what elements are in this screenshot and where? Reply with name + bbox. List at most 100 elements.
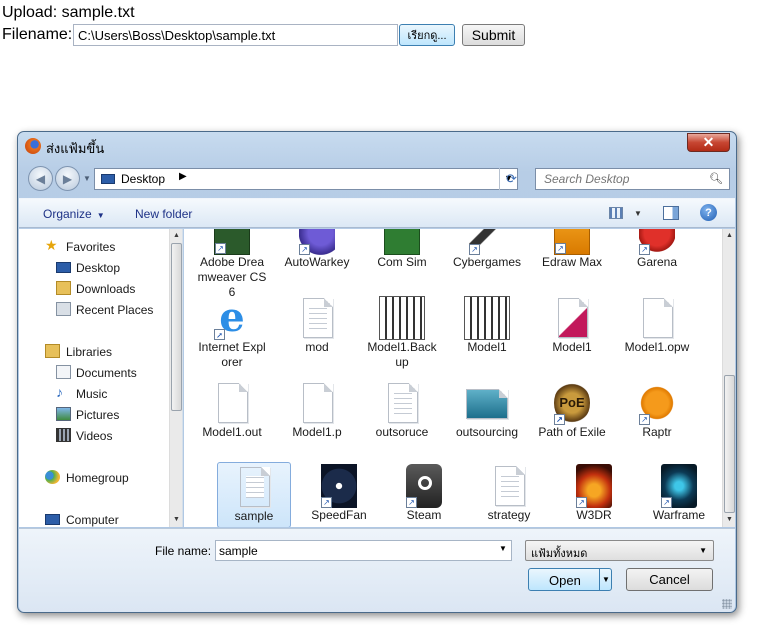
shortcut-arrow-icon: ↗: [555, 243, 566, 254]
file-item[interactable]: ↗ W3DR: [557, 464, 631, 523]
navigation-bar: ◀ ▶ ▼ Desktop ▶ ▼ ⟳ 🔍︎: [26, 166, 730, 192]
file-label: Model1: [552, 340, 592, 354]
documents-icon: [56, 365, 71, 379]
scroll-down-icon[interactable]: ▼: [723, 513, 735, 525]
file-item[interactable]: e ↗ Internet Explorer: [195, 296, 269, 370]
file-item[interactable]: outsourcing: [450, 381, 524, 440]
file-list-pane: ↗ Adobe Dreamweaver CS6 ↗ AutoWarkey Com…: [184, 229, 735, 527]
file-item[interactable]: ↗ Garena: [620, 229, 694, 270]
scroll-up-icon[interactable]: ▲: [723, 229, 735, 241]
path-of-exile-icon: PoE ↗: [554, 381, 590, 425]
file-item[interactable]: Com Sim: [365, 229, 439, 270]
resize-grip-icon[interactable]: [722, 599, 732, 609]
scroll-up-icon[interactable]: ▲: [170, 229, 182, 241]
change-view-icon[interactable]: [609, 207, 623, 219]
browse-button[interactable]: เรียกดู...: [399, 24, 455, 46]
file-item[interactable]: PoE ↗ Path of Exile: [535, 381, 609, 440]
new-folder-button[interactable]: New folder: [135, 207, 192, 221]
file-name-dropdown-icon[interactable]: ▼: [499, 544, 507, 553]
file-label: Model1.p: [292, 425, 342, 439]
file-path-input[interactable]: [73, 24, 398, 46]
file-label: Edraw Max: [541, 255, 603, 269]
firefox-icon: [25, 138, 41, 154]
file-item[interactable]: ↗ Warframe: [642, 464, 716, 523]
organize-button[interactable]: Organize ▼: [43, 207, 105, 221]
file-upload-dialog: ส่งแฟ้มขึ้น ✕ ◀ ▶ ▼ Desktop ▶ ▼ ⟳ 🔍︎ Org…: [17, 131, 737, 613]
refresh-button[interactable]: ⟳: [499, 168, 523, 190]
warframe-icon: ↗: [661, 464, 697, 508]
shortcut-arrow-icon: ↗: [299, 244, 310, 255]
search-input[interactable]: [542, 170, 712, 188]
shortcut-arrow-icon: ↗: [576, 497, 587, 508]
shortcut-arrow-icon: ↗: [661, 497, 672, 508]
computer-icon: [45, 514, 60, 525]
model-diagram-icon: [379, 296, 425, 340]
recent-places-icon: [56, 302, 71, 316]
file-type-value: แฟ้มทั้งหมด: [531, 548, 588, 560]
file-item[interactable]: ↗ SpeedFan: [302, 464, 376, 523]
image-file-icon: [464, 381, 510, 425]
star-icon: ★: [45, 237, 58, 253]
file-item[interactable]: Model1.opw: [620, 296, 694, 355]
open-button[interactable]: Open ▼: [528, 568, 612, 591]
file-label: Com Sim: [377, 255, 427, 269]
upload-heading: Upload: sample.txt: [2, 4, 135, 21]
file-item[interactable]: Model1.Backup: [365, 296, 439, 370]
file-item[interactable]: Model1.out: [195, 381, 269, 440]
file-scroll-thumb[interactable]: [724, 375, 735, 513]
dreamweaver-icon: ↗: [214, 229, 250, 255]
file-item[interactable]: Model1: [450, 296, 524, 355]
file-label: outsoruce: [375, 425, 429, 439]
back-button[interactable]: ◀: [28, 166, 53, 191]
nav-scrollbar[interactable]: ▲ ▼: [169, 229, 182, 527]
file-label: Model1: [467, 340, 507, 354]
close-button[interactable]: ✕: [687, 133, 730, 152]
search-icon[interactable]: 🔍︎: [709, 172, 723, 185]
file-label: SpeedFan: [311, 508, 367, 522]
breadcrumb-chevron-icon[interactable]: ▶: [179, 171, 187, 182]
address-bar[interactable]: Desktop ▶ ▼: [94, 168, 518, 190]
file-item-selected[interactable]: sample: [217, 462, 291, 527]
file-item[interactable]: Model1.p: [280, 381, 354, 440]
file-item[interactable]: ↗ AutoWarkey: [280, 229, 354, 270]
file-name-input[interactable]: [215, 540, 512, 561]
file-item[interactable]: ↗ Edraw Max: [535, 229, 609, 270]
submit-button[interactable]: Submit: [462, 24, 525, 46]
file-label: Model1.out: [202, 425, 262, 439]
access-db-icon: [554, 296, 590, 340]
pictures-icon: [56, 407, 71, 421]
file-label: Raptr: [642, 425, 672, 439]
cancel-button[interactable]: Cancel: [626, 568, 713, 591]
file-label: mod: [305, 340, 329, 354]
nav-scroll-thumb[interactable]: [171, 243, 182, 411]
forward-button[interactable]: ▶: [55, 166, 80, 191]
blank-file-icon: [214, 381, 250, 425]
dialog-titlebar[interactable]: ส่งแฟ้มขึ้น ✕: [18, 132, 736, 160]
file-label: Path of Exile: [538, 425, 606, 439]
address-location[interactable]: Desktop: [121, 172, 165, 186]
file-item[interactable]: ↗ Cybergames: [450, 229, 524, 270]
open-options-dropdown-icon[interactable]: ▼: [599, 569, 612, 590]
filename-label: Filename:: [2, 26, 73, 43]
edraw-icon: ↗: [554, 229, 590, 255]
file-item[interactable]: ↗ Steam: [387, 464, 461, 523]
file-item[interactable]: Model1: [535, 296, 609, 355]
file-label: strategy: [487, 508, 531, 522]
file-item[interactable]: mod: [280, 296, 354, 355]
file-label: W3DR: [576, 508, 612, 522]
help-icon[interactable]: ?: [700, 204, 717, 221]
file-item[interactable]: strategy: [472, 464, 546, 523]
file-item[interactable]: outsoruce: [365, 381, 439, 440]
preview-pane-icon[interactable]: [663, 206, 679, 220]
scroll-down-icon[interactable]: ▼: [170, 513, 182, 525]
view-options-dropdown-icon[interactable]: ▼: [634, 209, 642, 218]
file-type-select[interactable]: แฟ้มทั้งหมด ▼: [525, 540, 714, 561]
shortcut-arrow-icon: ↗: [321, 497, 332, 508]
chevron-down-icon: ▼: [96, 211, 105, 220]
search-box[interactable]: 🔍︎: [535, 168, 730, 190]
recent-locations-dropdown-icon[interactable]: ▼: [83, 174, 91, 183]
file-item[interactable]: ↗ Raptr: [620, 381, 694, 440]
steam-icon: ↗: [406, 464, 442, 508]
file-item[interactable]: ↗ Adobe Dreamweaver CS6: [195, 229, 269, 300]
file-list-scrollbar[interactable]: ▲ ▼: [722, 229, 735, 527]
